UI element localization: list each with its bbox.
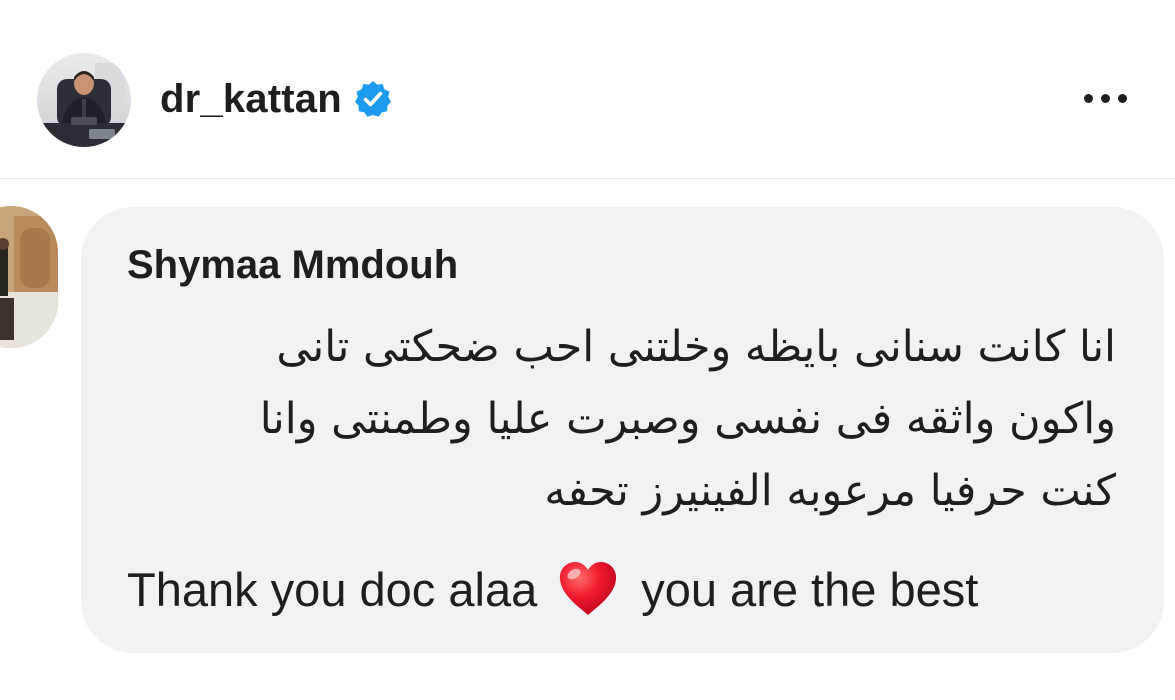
- post-author-name[interactable]: dr_kattan: [160, 74, 342, 124]
- comment-text-line: انا كانت سنانى بايظه وخلتنى احب ضحكتى تا…: [276, 322, 1116, 372]
- instagram-comment-screen: dr_kattan Shymaa Mmdouh انا كانت سنانى ب…: [0, 0, 1175, 700]
- comment-text-arabic: انا كانت سنانى بايظه وخلتنى احب ضحكتى تا…: [106, 311, 1116, 527]
- red-heart-icon: [557, 560, 619, 618]
- post-author[interactable]: dr_kattan: [160, 74, 393, 124]
- more-dot: [1100, 93, 1110, 103]
- comment-text-english: Thank you doc alaa you are the best: [127, 557, 978, 621]
- more-options-icon[interactable]: [1076, 78, 1134, 118]
- comment-text-after-emoji: you are the best: [641, 562, 979, 616]
- comment-bubble: Shymaa Mmdouh انا كانت سنانى بايظه وخلتن…: [81, 207, 1164, 653]
- commenter-avatar[interactable]: [0, 206, 58, 348]
- more-dot: [1117, 93, 1127, 103]
- comment-text-line: كنت حرفيا مرعوبه الفينيرز تحفه: [544, 466, 1116, 516]
- comment-text-line: واكون واثقه فى نفسى وصبرت عليا وطمنتى وا…: [259, 394, 1116, 444]
- more-dot: [1083, 93, 1093, 103]
- header-divider: [0, 178, 1175, 179]
- post-header: dr_kattan: [0, 0, 1175, 178]
- comment-text-before-emoji: Thank you doc alaa: [127, 562, 538, 616]
- author-avatar[interactable]: [37, 53, 131, 147]
- commenter-name[interactable]: Shymaa Mmdouh: [127, 241, 458, 289]
- verified-badge-icon: [353, 79, 393, 119]
